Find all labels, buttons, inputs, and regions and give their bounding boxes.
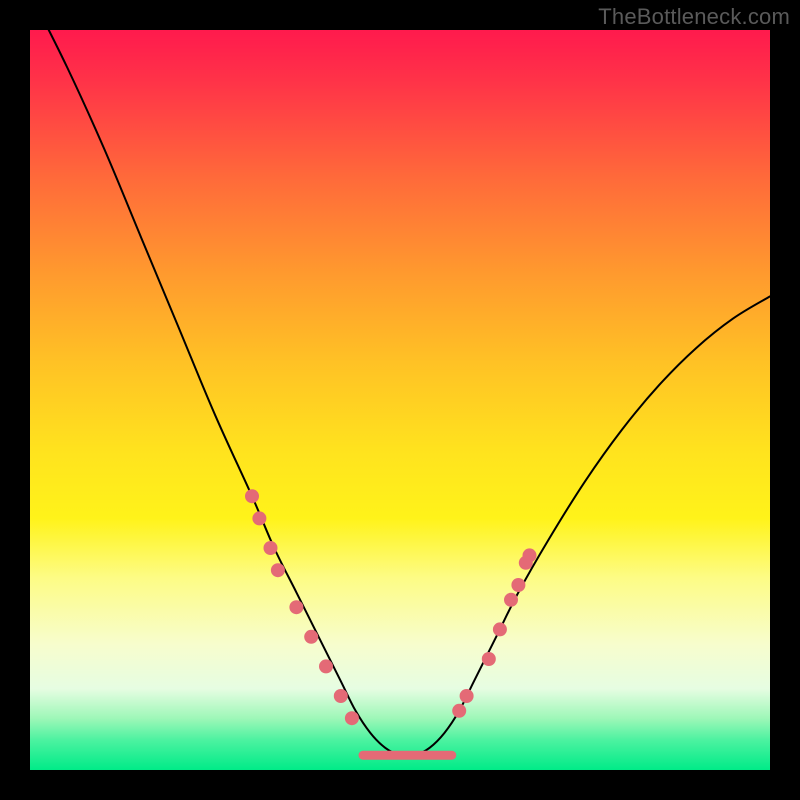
- data-marker: [504, 593, 518, 607]
- data-marker: [511, 578, 525, 592]
- data-marker: [482, 652, 496, 666]
- watermark-text: TheBottleneck.com: [598, 4, 790, 30]
- data-marker: [523, 548, 537, 562]
- plot-area: [30, 30, 770, 770]
- data-marker: [493, 622, 507, 636]
- data-marker: [334, 689, 348, 703]
- data-marker: [452, 704, 466, 718]
- bottleneck-curve: [30, 0, 770, 756]
- data-marker: [245, 489, 259, 503]
- data-marker: [264, 541, 278, 555]
- data-marker: [304, 630, 318, 644]
- chart-stage: TheBottleneck.com: [0, 0, 800, 800]
- data-marker: [345, 711, 359, 725]
- data-marker: [252, 511, 266, 525]
- data-marker: [271, 563, 285, 577]
- marker-layer: [245, 489, 537, 725]
- chart-svg: [30, 30, 770, 770]
- data-marker: [460, 689, 474, 703]
- data-marker: [289, 600, 303, 614]
- data-marker: [319, 659, 333, 673]
- curve-layer: [30, 0, 770, 756]
